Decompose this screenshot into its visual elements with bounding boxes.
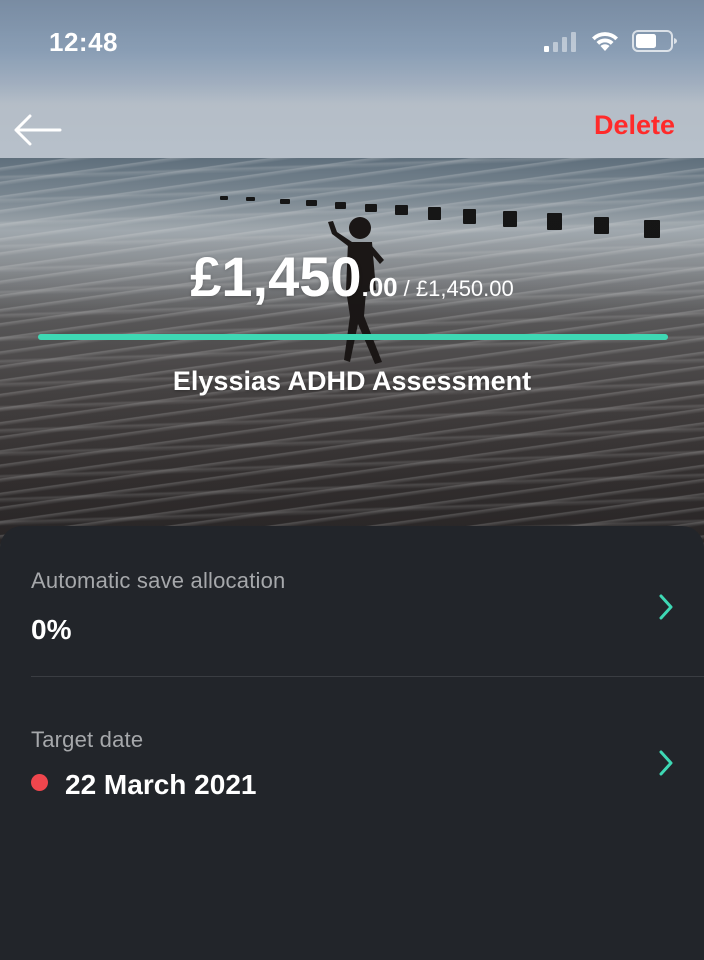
target-date-value-line: 22 March 2021 xyxy=(31,769,256,801)
goal-progress-fill xyxy=(38,334,668,340)
status-icons xyxy=(544,30,678,52)
arrow-left-icon xyxy=(14,114,62,146)
goal-detail-screen: 12:48 Delete £1,450.00/ £1,450.00 Elyssi… xyxy=(0,0,704,960)
cellular-signal-icon xyxy=(544,32,576,52)
delete-button[interactable]: Delete xyxy=(594,110,675,141)
amount-saved-pence: .00 xyxy=(361,272,398,302)
target-date-row[interactable]: Target date 22 March 2021 xyxy=(0,677,704,827)
chevron-right-icon xyxy=(659,750,673,776)
target-date-label: Target date xyxy=(31,727,144,752)
goal-progress-bar xyxy=(38,334,668,340)
goal-settings-sheet: Automatic save allocation 0% Target date… xyxy=(0,526,704,960)
allocation-value: 0% xyxy=(31,614,72,645)
automatic-save-allocation-row[interactable]: Automatic save allocation 0% xyxy=(0,526,704,676)
battery-icon xyxy=(632,30,677,52)
amount-target: / £1,450.00 xyxy=(403,276,514,301)
chevron-right-icon xyxy=(659,594,673,620)
target-date-value: 22 March 2021 xyxy=(65,769,257,800)
wifi-icon xyxy=(592,32,618,51)
goal-amount: £1,450.00/ £1,450.00 xyxy=(0,244,704,309)
back-button[interactable] xyxy=(12,110,68,150)
overdue-status-dot xyxy=(31,774,48,791)
goal-title: Elyssias ADHD Assessment xyxy=(172,366,532,396)
status-time: 12:48 xyxy=(49,27,118,57)
amount-saved: £1,450 xyxy=(190,245,362,308)
allocation-label: Automatic save allocation xyxy=(31,568,286,593)
